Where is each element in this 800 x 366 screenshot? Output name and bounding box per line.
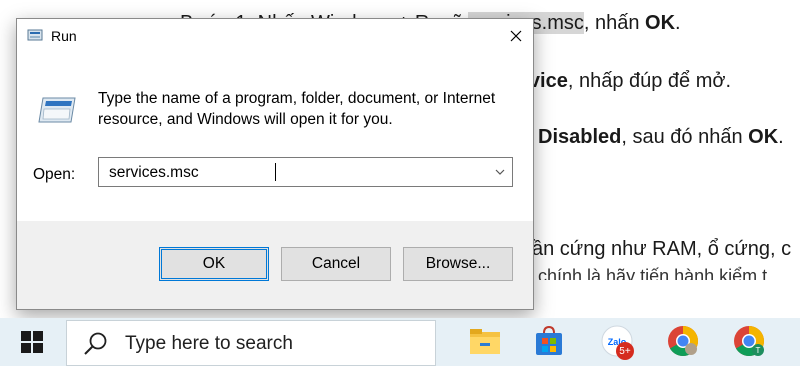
open-input-value[interactable]: services.msc [109, 164, 199, 182]
svg-text:T: T [756, 346, 761, 355]
notification-badge: 5+ [616, 342, 634, 360]
dialog-description: Type the name of a program, folder, docu… [98, 90, 496, 128]
run-program-icon [38, 97, 76, 123]
microsoft-store-icon[interactable] [532, 324, 566, 358]
taskbar-search-box[interactable]: Type here to search [66, 320, 436, 366]
search-placeholder: Type here to search [125, 333, 293, 354]
article-line-5: chính là hãy tiến hành kiểm t [538, 266, 768, 280]
article-line-3: Disabled, sau đó nhấn OK. [538, 126, 784, 148]
chrome-icon[interactable] [666, 324, 700, 358]
cancel-button[interactable]: Cancel [281, 247, 391, 281]
text-caret [275, 163, 276, 181]
windows-logo-icon [21, 331, 43, 353]
taskbar: Type here to search Zalo 5+ T [0, 318, 800, 366]
article-line-2: ervice, nhấp đúp để mở. [510, 70, 732, 92]
open-label: Open: [33, 166, 76, 183]
close-button[interactable] [499, 19, 533, 53]
ok-button[interactable]: OK [159, 247, 269, 281]
run-icon [27, 29, 43, 41]
article-line-4: ần cứng như RAM, ổ cứng, c [532, 238, 792, 260]
close-icon [510, 30, 522, 42]
dialog-title: Run [51, 28, 77, 44]
search-icon [84, 332, 107, 355]
run-dialog: Run Type the name of a program, folder, … [16, 18, 534, 310]
browse-button[interactable]: Browse... [403, 247, 513, 281]
title-bar[interactable]: Run [17, 19, 533, 53]
start-button[interactable] [0, 318, 64, 366]
file-explorer-icon[interactable] [468, 324, 502, 358]
chevron-down-icon[interactable] [494, 166, 506, 178]
chrome-profile-icon[interactable]: T [732, 324, 766, 358]
open-combobox[interactable]: services.msc [98, 157, 513, 187]
